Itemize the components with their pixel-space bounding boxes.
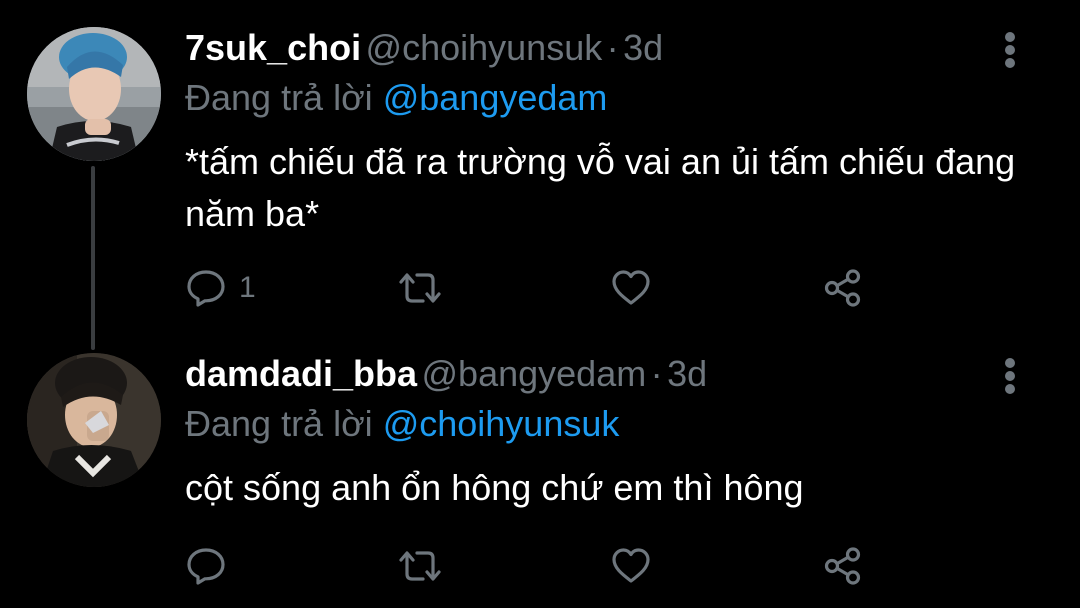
share-nodes-icon: [824, 269, 861, 307]
tweet[interactable]: damdadi_bba @bangyedam · 3d Đang trả lời…: [0, 330, 1080, 608]
like-button[interactable]: [610, 266, 652, 310]
timestamp[interactable]: 3d: [667, 353, 707, 394]
reply-count: 1: [239, 271, 256, 304]
heart-icon: [612, 270, 650, 305]
like-button[interactable]: [610, 544, 652, 588]
tweet-actions: [185, 544, 885, 588]
avatar-photo-icon: [27, 353, 161, 487]
tweet-actions: 1: [185, 266, 885, 310]
retweet-arrows-icon: [399, 551, 441, 581]
replying-to-label: Đang trả lời: [185, 77, 373, 118]
tweet-text: *tấm chiếu đã ra trường vỗ vai an ủi tấm…: [185, 141, 1016, 234]
more-options-button[interactable]: [996, 356, 1024, 396]
timestamp[interactable]: 3d: [623, 27, 663, 68]
speech-bubble-icon: [187, 270, 225, 307]
reply-button[interactable]: 1: [185, 266, 256, 310]
reply-mention-link[interactable]: @choihyunsuk: [383, 403, 620, 444]
tweet-header: 7suk_choi @choihyunsuk · 3d: [185, 30, 663, 66]
replying-to-label: Đang trả lời: [185, 403, 373, 444]
header-separator: ·: [650, 353, 663, 394]
tweet-header: damdadi_bba @bangyedam · 3d: [185, 356, 707, 392]
avatar[interactable]: [27, 27, 161, 161]
replying-to: Đang trả lời @bangyedam: [185, 80, 607, 116]
share-button[interactable]: [822, 266, 864, 310]
retweet-button[interactable]: [397, 266, 443, 310]
display-name[interactable]: damdadi_bba: [185, 353, 417, 394]
more-options-button[interactable]: [996, 30, 1024, 70]
tweet-thread: 7suk_choi @choihyunsuk · 3d Đang trả lời…: [0, 0, 1080, 608]
user-handle[interactable]: @choihyunsuk: [366, 27, 603, 68]
share-nodes-icon: [824, 547, 861, 585]
user-handle[interactable]: @bangyedam: [422, 353, 647, 394]
heart-icon: [612, 548, 650, 583]
avatar[interactable]: [27, 353, 161, 487]
speech-bubble-icon: [187, 548, 225, 585]
tweet[interactable]: 7suk_choi @choihyunsuk · 3d Đang trả lời…: [0, 0, 1080, 330]
retweet-arrows-icon: [399, 273, 441, 303]
reply-mention-link[interactable]: @bangyedam: [383, 77, 608, 118]
retweet-button[interactable]: [397, 544, 443, 588]
display-name[interactable]: 7suk_choi: [185, 27, 361, 68]
replying-to: Đang trả lời @choihyunsuk: [185, 406, 619, 442]
avatar-photo-icon: [27, 27, 161, 161]
tweet-text: cột sống anh ổn hông chứ em thì hông: [185, 467, 804, 508]
share-button[interactable]: [822, 544, 864, 588]
header-separator: ·: [606, 27, 619, 68]
reply-button[interactable]: [185, 544, 239, 588]
